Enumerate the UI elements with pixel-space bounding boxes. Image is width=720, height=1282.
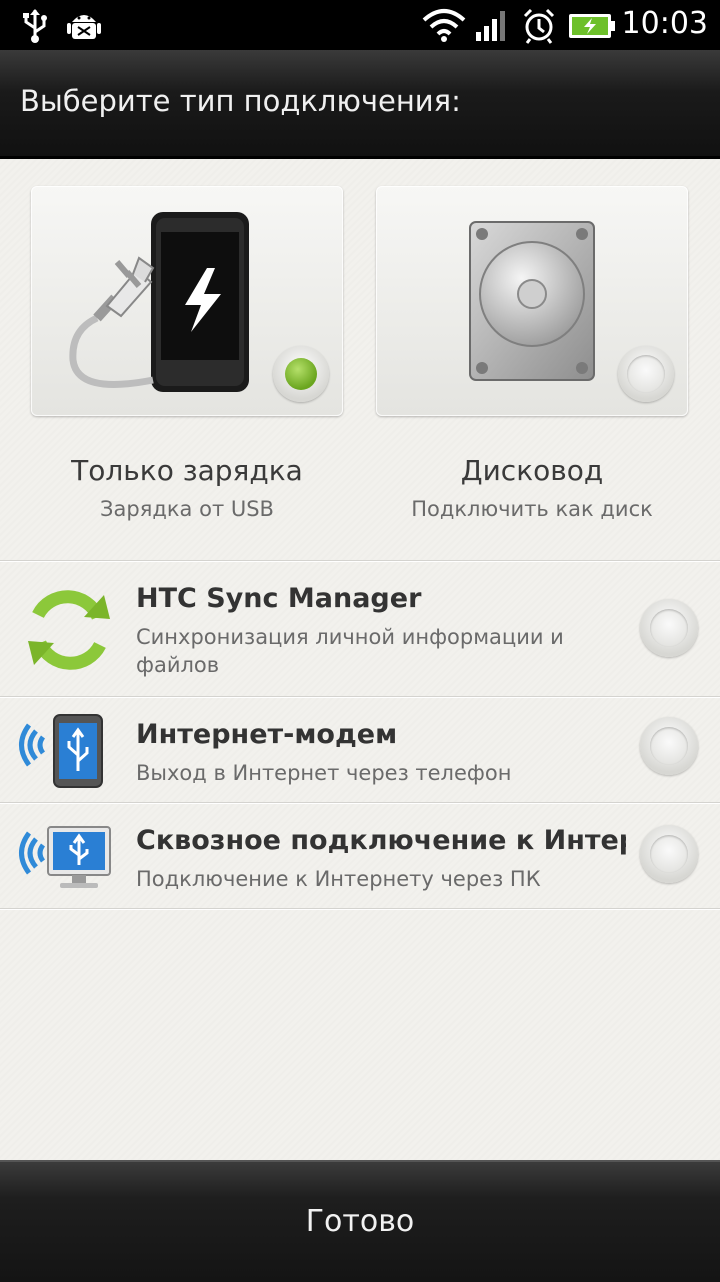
usb-modem-phone-icon (18, 713, 108, 796)
charge-only-card[interactable] (31, 186, 343, 416)
done-button[interactable]: Готово (0, 1162, 720, 1282)
disk-drive-title: Дисковод (460, 454, 604, 487)
charge-only-radio[interactable] (273, 346, 329, 402)
internet-modem-subtitle: Выход в Интернет через телефон (136, 761, 512, 785)
charge-only-subtitle: Зарядка от USB (100, 497, 274, 521)
clock: 10:03 (621, 6, 708, 41)
disk-drive-card[interactable] (376, 186, 688, 416)
radio-selected-dot (285, 358, 317, 390)
hard-drive-icon (468, 220, 598, 389)
page-title: Выберите тип подключения: (20, 84, 461, 118)
radio-empty (650, 835, 688, 873)
status-bar: 10:03 (0, 0, 720, 50)
internet-modem-option[interactable]: Интернет-модем Выход в Интернет через те… (0, 697, 720, 802)
charge-only-title: Только зарядка (71, 454, 303, 487)
footer-bar: Готово (0, 1160, 720, 1282)
disk-drive-radio[interactable] (618, 346, 674, 402)
charger-phone-icon (67, 210, 257, 400)
htc-sync-manager-title: HTC Sync Manager (136, 583, 422, 614)
signal-icon (474, 8, 508, 47)
android-debug-icon (66, 8, 102, 49)
internet-pass-through-radio[interactable] (640, 825, 698, 883)
dialog-header: Выберите тип подключения: (0, 50, 720, 159)
internet-pass-through-icon (18, 823, 114, 900)
usb-icon (20, 8, 50, 49)
radio-empty (627, 355, 665, 393)
htc-sync-manager-subtitle: Синхронизация личной информации и файлов (136, 625, 564, 677)
connection-type-list: Только зарядка Зарядка от USB Дисковод П… (0, 159, 720, 1160)
disk-drive-subtitle: Подключить как диск (411, 497, 653, 521)
wifi-icon (422, 8, 466, 47)
htc-sync-manager-option[interactable]: HTC Sync Manager Синхронизация личной ин… (0, 561, 720, 696)
alarm-icon (522, 8, 556, 49)
internet-pass-through-option[interactable]: Сквозное подключение к Интернету Подключ… (0, 803, 720, 908)
divider (0, 908, 720, 909)
internet-pass-through-subtitle: Подключение к Интернету через ПК (136, 867, 541, 891)
internet-pass-through-title: Сквозное подключение к Интернету (136, 825, 626, 856)
internet-modem-radio[interactable] (640, 717, 698, 775)
internet-modem-title: Интернет-модем (136, 719, 398, 750)
radio-empty (650, 609, 688, 647)
radio-empty (650, 727, 688, 765)
htc-sync-manager-radio[interactable] (640, 599, 698, 657)
battery-charging-icon (568, 12, 616, 45)
sync-icon (24, 587, 114, 678)
